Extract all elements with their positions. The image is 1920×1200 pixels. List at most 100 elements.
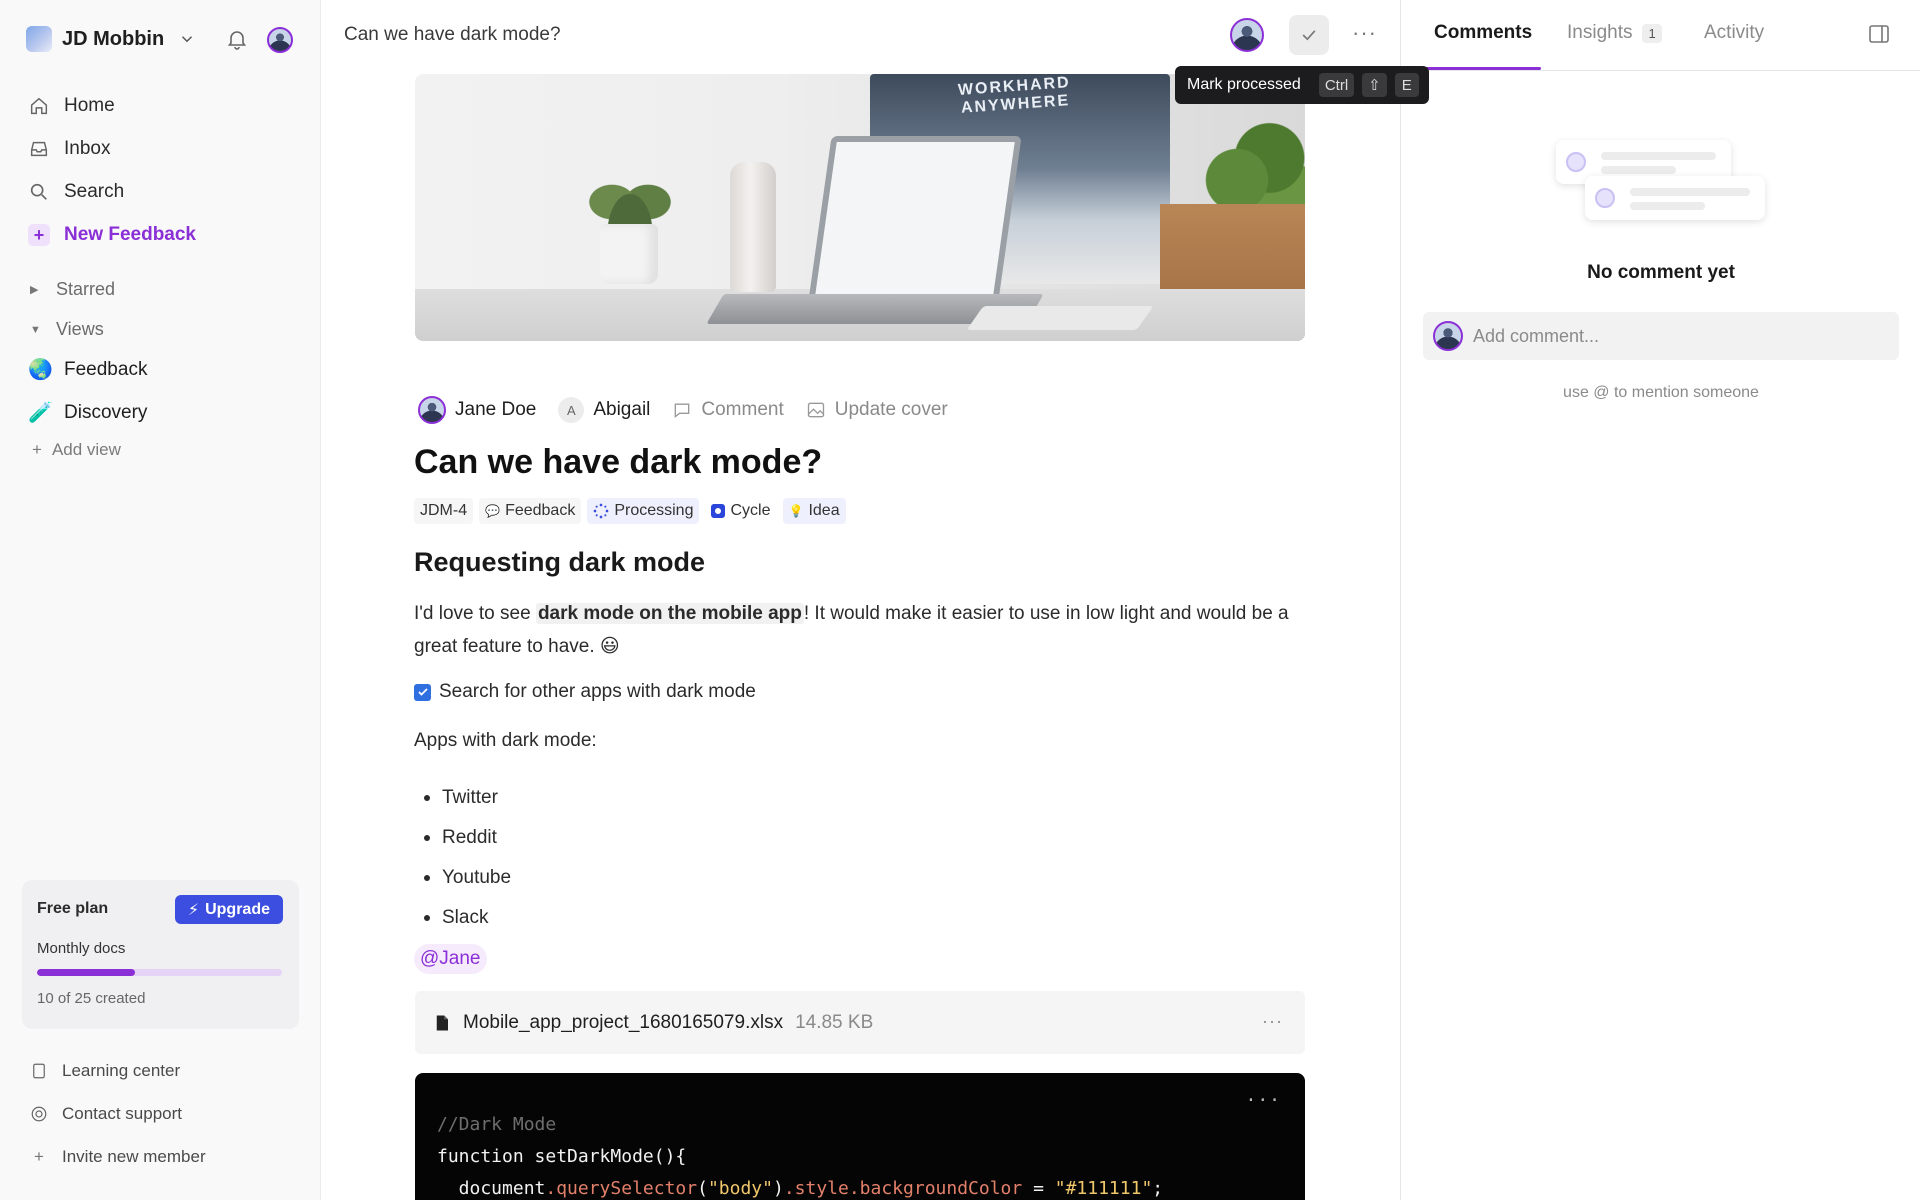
empty-state-text: No comment yet [1587, 262, 1735, 283]
bell-icon[interactable] [225, 27, 249, 51]
illustration-line [1630, 188, 1750, 196]
code-token: ( [697, 1178, 708, 1199]
file-size: 14.85 KB [795, 1011, 874, 1033]
tag-id[interactable]: JDM-4 [414, 498, 474, 524]
plan-progress-fill [37, 969, 135, 976]
tag-cycle[interactable]: Cycle [705, 498, 777, 524]
user-avatar[interactable] [267, 27, 293, 53]
section-starred[interactable]: ▶ Starred [30, 279, 115, 300]
section-views-label: Views [56, 319, 104, 339]
upgrade-label: Upgrade [205, 900, 270, 918]
doc-tags: JDM-4 💬 Feedback Processing Cycle 💡 Idea [414, 498, 846, 524]
list-item-text: Twitter [442, 787, 498, 808]
new-feedback-button[interactable]: + New Feedback [28, 224, 196, 246]
add-view-button[interactable]: + Add view [32, 440, 121, 460]
shortcut-key-ctrl: Ctrl [1318, 73, 1355, 97]
list-item: Twitter [424, 778, 511, 818]
task-item: Search for other apps with dark mode [414, 681, 756, 703]
para-highlight: dark mode on the mobile app [535, 603, 804, 624]
assignee-initial: A [558, 397, 585, 423]
task-checkbox[interactable] [414, 683, 431, 701]
list-item: Reddit [424, 818, 511, 858]
tag-idea[interactable]: 💡 Idea [782, 498, 846, 524]
caret-right-icon: ▶ [30, 284, 39, 296]
file-more-icon[interactable]: ··· [1262, 1011, 1283, 1032]
para-text-before: I'd love to see [414, 603, 536, 624]
mark-processed-button[interactable] [1289, 15, 1329, 55]
illustration-line [1601, 152, 1716, 160]
breadcrumb-title[interactable]: Can we have dark mode? [344, 24, 561, 46]
lightbulb-icon: 💡 [788, 504, 804, 518]
nav-inbox[interactable]: Inbox [28, 138, 110, 160]
sidebar: JD Mobbin Home Inbox Search + New Feedba… [0, 0, 321, 1200]
tab-activity[interactable]: Activity [1704, 22, 1764, 44]
upgrade-button[interactable]: ⚡ Upgrade [174, 895, 283, 924]
list-item-text: Youtube [442, 867, 512, 888]
comments-panel: Comments Insights 1 Activity No comment … [1400, 0, 1920, 1200]
tab-insights[interactable]: Insights 1 [1567, 22, 1662, 44]
tooltip-label: Mark processed [1187, 76, 1301, 93]
code-token: document [437, 1178, 546, 1199]
tab-comments[interactable]: Comments [1434, 22, 1532, 44]
doc-paragraph: I'd love to see dark mode on the mobile … [414, 597, 1314, 663]
processing-icon [593, 503, 609, 519]
image-icon [807, 402, 824, 418]
globe-icon: 🌏 [28, 359, 53, 381]
check-icon [417, 688, 428, 696]
update-cover-action[interactable]: Update cover [806, 399, 948, 421]
mark-processed-tooltip: Mark processed Ctrl ⇧ E [1175, 66, 1429, 104]
nav-search[interactable]: Search [28, 181, 124, 203]
panel-toggle-icon[interactable] [1867, 22, 1891, 46]
tag-status[interactable]: Processing [587, 498, 700, 524]
code-token: .querySelector [545, 1178, 698, 1199]
file-icon [436, 1015, 448, 1030]
speech-bubble-icon: 💬 [485, 504, 501, 518]
task-label: Search for other apps with dark mode [439, 681, 756, 702]
file-attachment[interactable]: Mobile_app_project_1680165079.xlsx 14.85… [415, 991, 1305, 1054]
add-comment-input[interactable]: Add comment... [1423, 312, 1899, 360]
cover-plant-left [585, 154, 675, 234]
code-more-icon[interactable]: ··· [1245, 1085, 1281, 1117]
check-icon [1302, 30, 1316, 41]
contact-support-link[interactable]: Contact support [30, 1104, 182, 1124]
plan-subtitle: Monthly docs [37, 940, 126, 957]
list-item: Youtube [424, 858, 511, 898]
view-feedback[interactable]: 🌏 Feedback [28, 357, 147, 382]
view-discovery-label: Discovery [64, 401, 148, 423]
illustration-dot [1595, 188, 1615, 208]
comment-icon [675, 403, 690, 419]
doc-title[interactable]: Can we have dark mode? [414, 443, 822, 482]
inbox-icon [30, 141, 48, 157]
code-comment-line: //Dark Mode [437, 1114, 557, 1135]
code-block[interactable]: ··· //Dark Mode function setDarkMode(){ … [415, 1073, 1305, 1200]
doc-topbar: Can we have dark mode? ··· [322, 0, 1400, 70]
learning-center-link[interactable]: Learning center [30, 1061, 180, 1081]
section-views[interactable]: ▼ Views [30, 319, 104, 340]
cover-laptop [808, 136, 1022, 301]
author-name: Jane Doe [455, 399, 537, 420]
lightning-icon: ⚡ [187, 901, 200, 919]
more-options-icon[interactable]: ··· [1352, 20, 1377, 46]
comment-action[interactable]: Comment [672, 399, 784, 421]
mention-hint: use @ to mention someone [1563, 384, 1759, 401]
plan-progress-bar [37, 969, 282, 976]
section-starred-label: Starred [56, 279, 116, 299]
mention-chip[interactable]: @Jane [414, 944, 487, 974]
author-chip[interactable]: Jane Doe [418, 396, 536, 424]
contact-support-label: Contact support [62, 1104, 183, 1123]
illustration-line [1601, 166, 1676, 174]
nav-inbox-label: Inbox [64, 138, 111, 159]
cover-image: WORKHARD ANYWHERE [415, 74, 1305, 341]
cover-plant-pot [600, 224, 658, 284]
workspace-switcher[interactable]: JD Mobbin [26, 24, 196, 54]
view-discovery[interactable]: 🧪 Discovery [28, 400, 147, 425]
tag-type[interactable]: 💬 Feedback [479, 498, 582, 524]
invite-member-label: Invite new member [62, 1147, 206, 1166]
assignee-chip[interactable]: A Abigail [558, 397, 650, 423]
assignee-avatar[interactable] [1230, 18, 1264, 52]
tag-idea-label: Idea [808, 502, 840, 519]
empty-comments-illustration [1556, 140, 1771, 230]
invite-member-link[interactable]: + Invite new member [30, 1147, 206, 1167]
caret-down-icon: ▼ [30, 323, 41, 336]
nav-home[interactable]: Home [28, 95, 115, 117]
